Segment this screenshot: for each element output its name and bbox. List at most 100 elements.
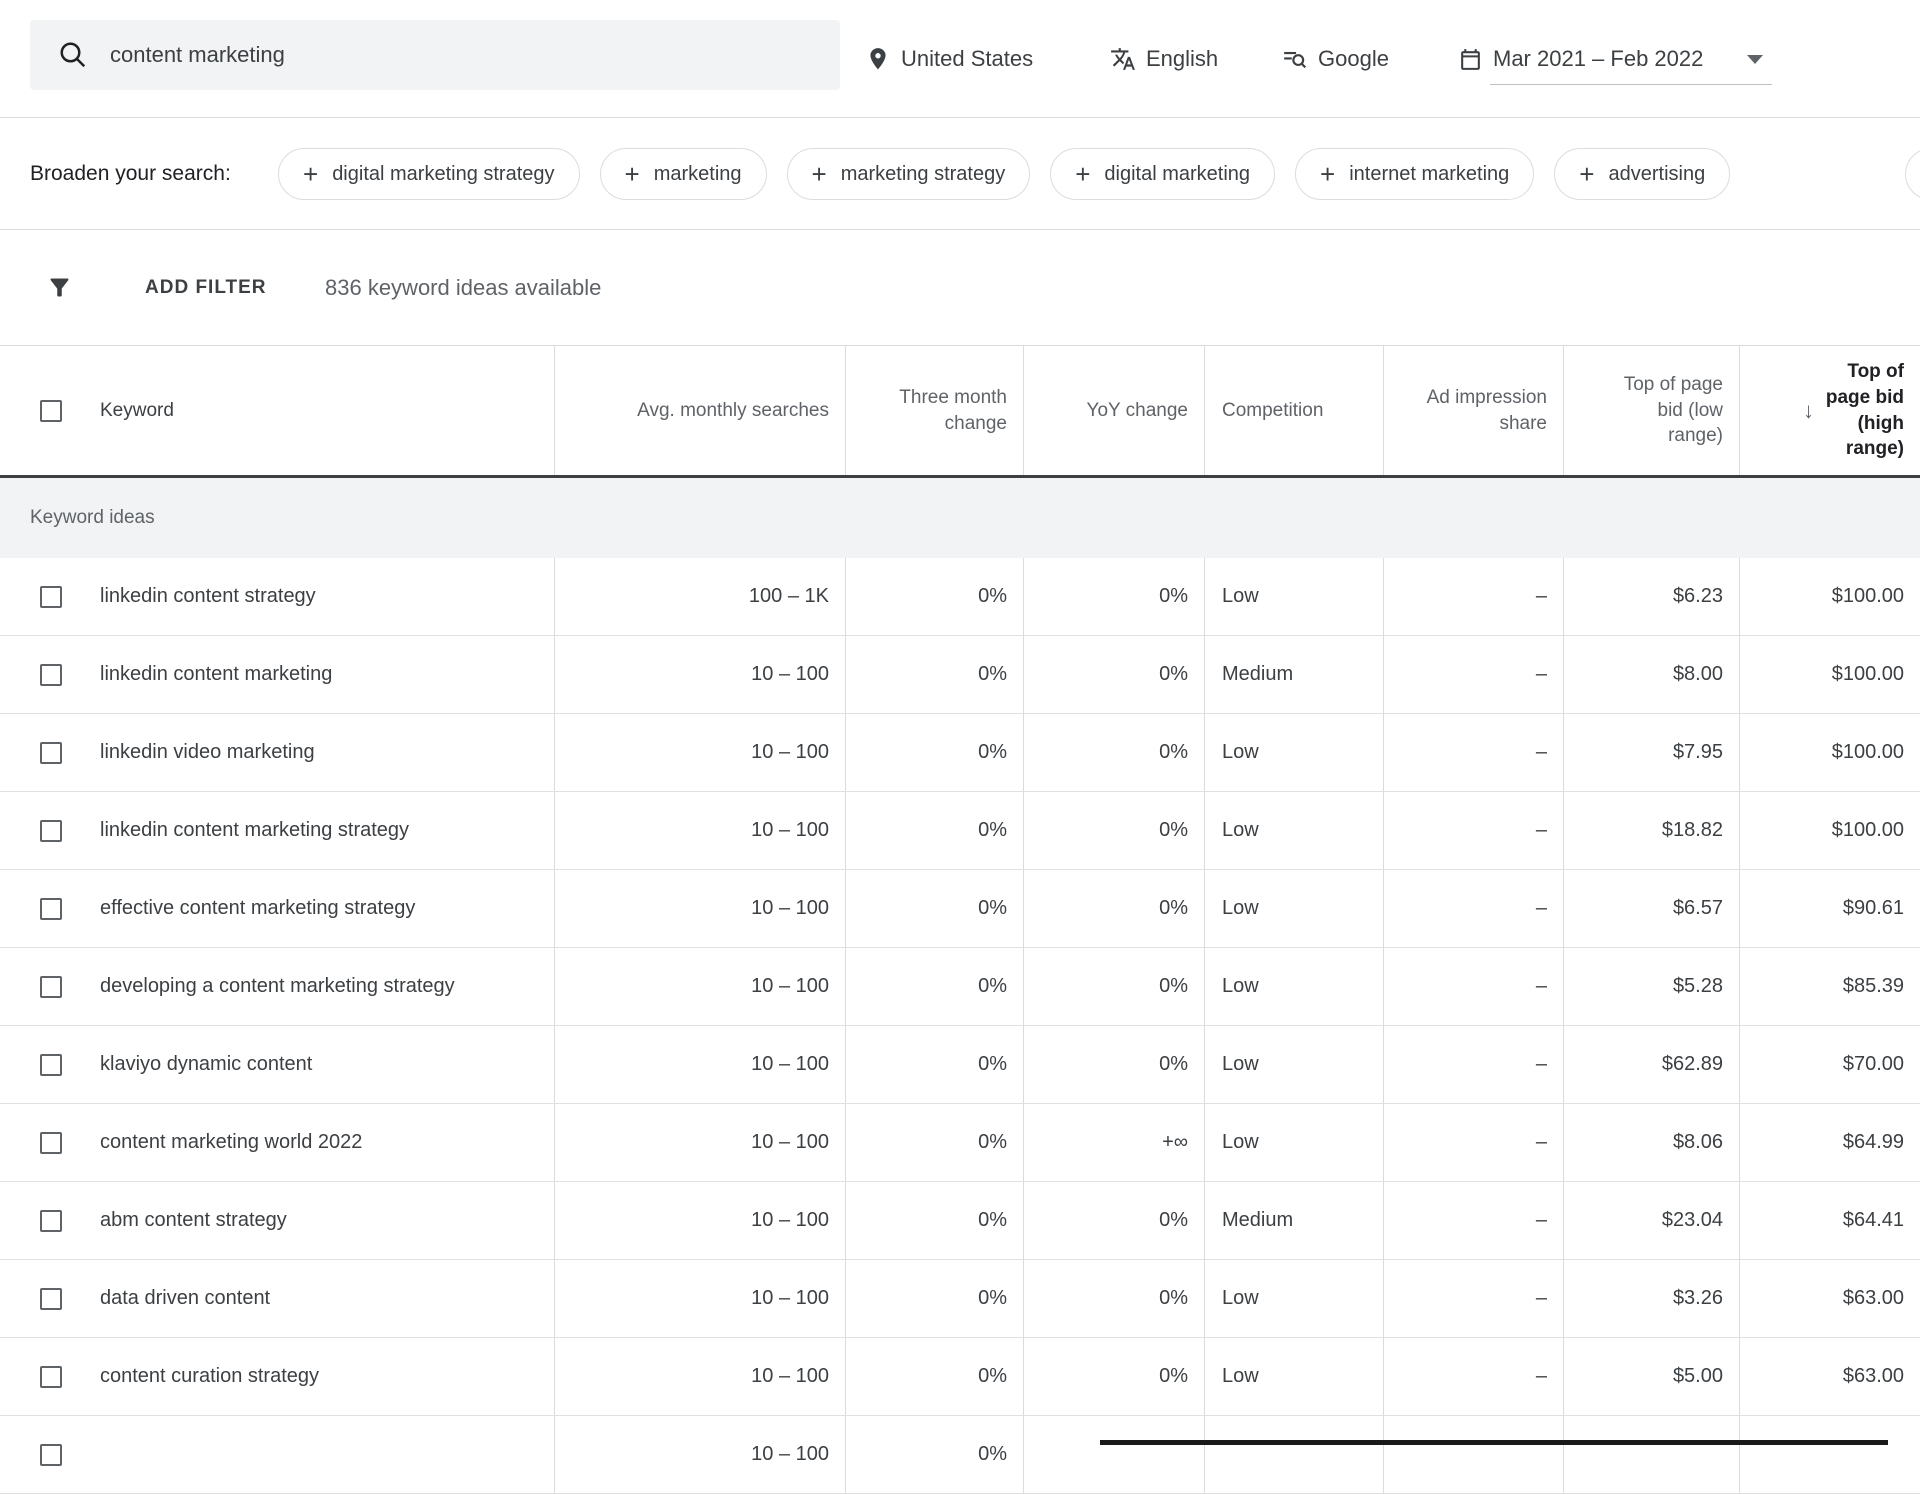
top-page-bid-high-cell: $100.00	[1739, 792, 1920, 869]
column-header-ad-impression-share[interactable]: Ad impression share	[1383, 346, 1563, 475]
column-header-top-page-bid-low[interactable]: Top of page bid (low range)	[1563, 346, 1739, 475]
avg-monthly-searches-cell: 100 – 1K	[554, 558, 845, 635]
keyword-cell	[0, 1416, 554, 1493]
avg-monthly-searches-cell: 10 – 100	[554, 714, 845, 791]
top-page-bid-high-cell: $100.00	[1739, 558, 1920, 635]
row-checkbox[interactable]	[40, 742, 62, 764]
keyword-cell: developing a content marketing strategy	[0, 948, 554, 1025]
broaden-chip[interactable]: + internet marketing	[1295, 148, 1534, 200]
location-setting[interactable]: United States	[865, 0, 1033, 118]
language-label: English	[1146, 46, 1218, 72]
column-label: Three month change	[895, 385, 1007, 436]
chip-label: marketing strategy	[841, 163, 1006, 186]
ad-impression-share-cell: –	[1383, 870, 1563, 947]
top-page-bid-low-cell	[1563, 1416, 1739, 1493]
table-row: developing a content marketing strategy …	[0, 948, 1920, 1026]
column-header-top-page-bid-high[interactable]: ↓ Top of page bid (high range)	[1739, 346, 1920, 475]
plus-icon: +	[1075, 161, 1090, 187]
top-page-bid-low-cell: $62.89	[1563, 1026, 1739, 1103]
broaden-chip[interactable]: + marketing	[600, 148, 767, 200]
three-month-change-cell: 0%	[845, 1338, 1023, 1415]
filter-bar: ADD FILTER 836 keyword ideas available	[0, 230, 1920, 345]
keyword-text: linkedin content marketing	[100, 663, 332, 686]
row-checkbox[interactable]	[40, 898, 62, 920]
keyword-search-box[interactable]	[30, 20, 840, 90]
avg-monthly-searches-cell: 10 – 100	[554, 870, 845, 947]
keyword-text: effective content marketing strategy	[100, 897, 415, 920]
column-header-avg-monthly-searches[interactable]: Avg. monthly searches	[554, 346, 845, 475]
broaden-chip[interactable]: + marketing strategy	[787, 148, 1031, 200]
broaden-chip[interactable]: + digital marketing	[1050, 148, 1275, 200]
add-filter-button[interactable]: ADD FILTER	[145, 230, 267, 345]
top-page-bid-low-cell: $23.04	[1563, 1182, 1739, 1259]
ad-impression-share-cell: –	[1383, 1260, 1563, 1337]
keyword-text: data driven content	[100, 1287, 270, 1310]
three-month-change-cell: 0%	[845, 948, 1023, 1025]
broaden-chip[interactable]: + advertising	[1554, 148, 1730, 200]
broaden-chip-partial[interactable]	[1905, 148, 1920, 200]
competition-cell: Low	[1204, 1104, 1383, 1181]
broaden-chip[interactable]: + digital marketing strategy	[278, 148, 580, 200]
column-header-keyword[interactable]: Keyword	[0, 346, 554, 475]
top-page-bid-low-cell: $6.57	[1563, 870, 1739, 947]
network-setting[interactable]: Google	[1282, 0, 1389, 118]
row-checkbox[interactable]	[40, 1054, 62, 1076]
competition-cell: Low	[1204, 1026, 1383, 1103]
row-checkbox[interactable]	[40, 1132, 62, 1154]
three-month-change-cell: 0%	[845, 1260, 1023, 1337]
competition-cell: Low	[1204, 1338, 1383, 1415]
row-checkbox[interactable]	[40, 664, 62, 686]
table-row: linkedin content marketing 10 – 100 0% 0…	[0, 636, 1920, 714]
location-label: United States	[901, 46, 1033, 72]
keyword-cell: linkedin video marketing	[0, 714, 554, 791]
ad-impression-share-cell: –	[1383, 792, 1563, 869]
keyword-text: developing a content marketing strategy	[100, 975, 455, 998]
three-month-change-cell: 0%	[845, 792, 1023, 869]
three-month-change-cell: 0%	[845, 1416, 1023, 1493]
yoy-change-cell: 0%	[1023, 948, 1204, 1025]
sort-descending-icon: ↓	[1803, 396, 1814, 426]
keyword-cell: data driven content	[0, 1260, 554, 1337]
column-label: Top of page bid (high range)	[1824, 359, 1904, 462]
search-input[interactable]	[110, 42, 730, 68]
ad-impression-share-cell: –	[1383, 1026, 1563, 1103]
row-checkbox[interactable]	[40, 976, 62, 998]
calendar-icon	[1458, 47, 1483, 72]
avg-monthly-searches-cell: 10 – 100	[554, 948, 845, 1025]
top-page-bid-high-cell: $85.39	[1739, 948, 1920, 1025]
chip-label: digital marketing strategy	[332, 163, 554, 186]
column-header-three-month-change[interactable]: Three month change	[845, 346, 1023, 475]
keyword-ideas-section-header: Keyword ideas	[0, 478, 1920, 558]
keyword-cell: klaviyo dynamic content	[0, 1026, 554, 1103]
select-all-checkbox[interactable]	[40, 400, 62, 422]
date-range-setting[interactable]: Mar 2021 – Feb 2022	[1458, 0, 1763, 118]
table-row: data driven content 10 – 100 0% 0% Low –…	[0, 1260, 1920, 1338]
filter-funnel-icon	[46, 230, 73, 345]
three-month-change-cell: 0%	[845, 636, 1023, 713]
top-page-bid-low-cell: $8.00	[1563, 636, 1739, 713]
row-checkbox[interactable]	[40, 1288, 62, 1310]
chevron-down-icon	[1747, 55, 1763, 64]
row-checkbox[interactable]	[40, 820, 62, 842]
top-page-bid-low-cell: $7.95	[1563, 714, 1739, 791]
yoy-change-cell: 0%	[1023, 558, 1204, 635]
table-row: linkedin content strategy 100 – 1K 0% 0%…	[0, 558, 1920, 636]
keyword-cell: content curation strategy	[0, 1338, 554, 1415]
column-header-competition[interactable]: Competition	[1204, 346, 1383, 475]
language-setting[interactable]: English	[1110, 0, 1218, 118]
three-month-change-cell: 0%	[845, 1026, 1023, 1103]
search-network-icon	[1282, 46, 1308, 72]
avg-monthly-searches-cell: 10 – 100	[554, 1104, 845, 1181]
row-checkbox[interactable]	[40, 586, 62, 608]
column-header-yoy-change[interactable]: YoY change	[1023, 346, 1204, 475]
chip-label: digital marketing	[1104, 163, 1250, 186]
keyword-cell: linkedin content marketing strategy	[0, 792, 554, 869]
ad-impression-share-cell: –	[1383, 714, 1563, 791]
row-checkbox[interactable]	[40, 1366, 62, 1388]
row-checkbox[interactable]	[40, 1444, 62, 1466]
row-checkbox[interactable]	[40, 1210, 62, 1232]
avg-monthly-searches-cell: 10 – 100	[554, 792, 845, 869]
keyword-cell: linkedin content strategy	[0, 558, 554, 635]
yoy-change-cell: +∞	[1023, 1104, 1204, 1181]
three-month-change-cell: 0%	[845, 714, 1023, 791]
